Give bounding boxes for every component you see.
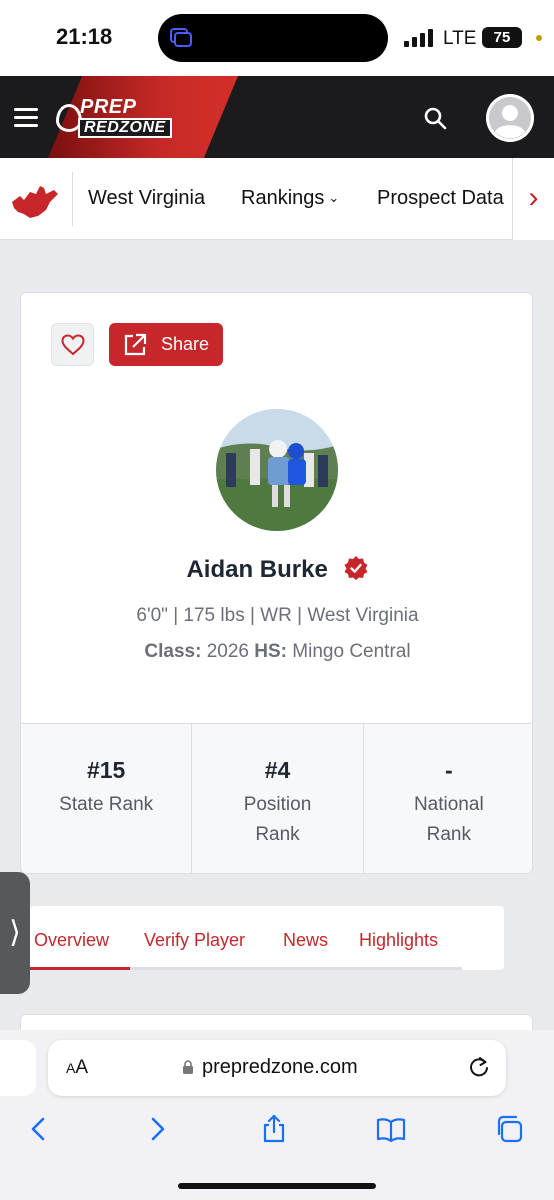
share-sheet-icon[interactable] [259, 1114, 289, 1144]
rankings-row: #15 State Rank #4 Position Rank - Nation… [21, 723, 532, 873]
bookmarks-icon[interactable] [376, 1114, 406, 1144]
url-text: prepredzone.com [202, 1056, 358, 1078]
nav-item-rankings-label: Rankings [241, 187, 325, 209]
hs-value: Mingo Central [292, 641, 411, 662]
logo-text-redzone: REDZONE [78, 118, 172, 138]
position-rank-label: Position Rank [243, 794, 312, 845]
national-rank-label: National Rank [413, 794, 484, 845]
cell-signal-icon [404, 29, 433, 47]
account-avatar[interactable] [486, 94, 534, 142]
previous-tab-pill[interactable] [0, 1040, 36, 1096]
player-class-school: Class: 2026 HS: Mingo Central [21, 641, 532, 663]
position-rank-value: #4 [264, 757, 291, 783]
state-rank-value: #15 [86, 757, 126, 783]
player-physical-info: 6'0" | 175 lbs | WR | West Virginia [136, 605, 419, 626]
state-rank-label: State Rank [59, 794, 154, 815]
chevron-down-icon: ⌄ [328, 190, 340, 205]
back-icon[interactable] [24, 1114, 54, 1144]
status-time: 21:18 [56, 24, 113, 49]
hs-label: HS: [254, 641, 288, 662]
nav-item-prospect-data[interactable]: Prospect Data [377, 187, 504, 210]
reload-icon[interactable] [468, 1056, 490, 1078]
class-label: Class: [144, 641, 202, 662]
share-label: Share [161, 334, 210, 354]
dynamic-island [158, 14, 388, 62]
share-button[interactable]: Share [109, 323, 223, 366]
player-name: Aidan Burke [186, 556, 328, 583]
search-icon[interactable] [423, 106, 447, 130]
position-rank-cell: #4 Position Rank [192, 724, 364, 873]
status-bar: 21:18 LTE 75 [0, 0, 554, 76]
player-profile-card: Share Aidan Burke 6'0" | 175 lbs | WR | … [20, 292, 533, 874]
nav-item-rankings[interactable]: Rankings ⌄ [241, 187, 339, 210]
site-header: PREP REDZONE [0, 76, 554, 158]
browser-toolbar: AA prepredzone.com [0, 1030, 554, 1200]
profile-tabs: Overview Verify Player News Highlights [30, 906, 504, 970]
tabs-icon[interactable] [494, 1114, 524, 1144]
screen-record-icon [170, 28, 192, 47]
tab-verify-player[interactable]: Verify Player [144, 930, 245, 951]
class-value: 2026 [206, 641, 249, 662]
battery-tip-icon [536, 35, 542, 41]
tab-news[interactable]: News [283, 930, 328, 951]
nav-divider [72, 172, 73, 226]
tab-highlights[interactable]: Highlights [359, 930, 438, 951]
site-logo[interactable]: PREP REDZONE [56, 96, 180, 138]
external-link-icon [124, 333, 147, 356]
heart-icon [61, 334, 85, 356]
state-rank-cell: #15 State Rank [21, 724, 193, 873]
tab-overview[interactable]: Overview [34, 930, 109, 951]
address-bar[interactable]: AA prepredzone.com [48, 1040, 506, 1096]
forward-icon[interactable] [142, 1114, 172, 1144]
user-icon [486, 94, 534, 142]
logo-text-prep: PREP [80, 96, 137, 118]
national-rank-cell: - National Rank [364, 724, 532, 873]
favorite-button[interactable] [51, 323, 94, 366]
state-nav: West Virginia Rankings ⌄ Prospect Data › [0, 158, 554, 240]
player-photo [216, 409, 338, 531]
lock-icon [183, 1060, 193, 1074]
text-size-button[interactable]: AA [66, 1057, 88, 1079]
chevron-right-icon[interactable]: › [512, 158, 554, 240]
side-drawer-handle[interactable]: ⟩ [0, 872, 30, 994]
national-rank-value: - [444, 757, 453, 783]
west-virginia-state-icon[interactable] [10, 180, 60, 220]
menu-icon[interactable] [14, 108, 38, 127]
verified-badge-icon [344, 556, 368, 580]
network-type: LTE [443, 28, 477, 49]
player-name-row: Aidan Burke [21, 555, 532, 584]
active-tab-indicator [30, 967, 130, 970]
nav-item-west-virginia[interactable]: West Virginia [88, 187, 205, 210]
battery-icon: 75 [482, 27, 522, 48]
home-indicator[interactable] [178, 1183, 376, 1189]
